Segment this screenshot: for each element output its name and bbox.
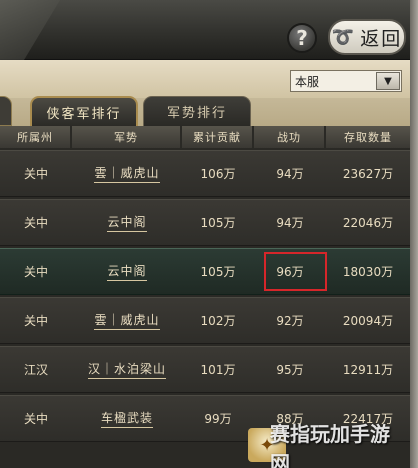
cell-region: 关中 [23, 314, 48, 328]
server-dropdown[interactable]: 本服 ▼ [290, 70, 402, 92]
server-dropdown-value: 本服 [295, 74, 320, 89]
cell-contribution: 105万 [200, 216, 236, 230]
header-region: 所属州 [0, 126, 72, 148]
cell-contribution: 99万 [204, 412, 232, 426]
cell-merit: 94万 [276, 167, 304, 181]
header-faction: 军势 [72, 126, 182, 148]
table-header: 所属州 军势 累计贡献 战功 存取数量 [0, 126, 410, 148]
cell-stock: 12911万 [342, 363, 394, 377]
faction-link[interactable]: 云中阁 [107, 213, 147, 232]
cell-faction[interactable]: 车楹武装 [72, 395, 182, 442]
tab-xiake-ranking[interactable]: 侠客军排行 [30, 96, 138, 126]
window-scrollbar[interactable] [410, 0, 418, 468]
cell-faction[interactable]: 汉｜水泊梁山 [72, 346, 182, 393]
panel-header: 本服 ▼ [0, 60, 410, 100]
table-row-selected[interactable]: 关中 云中阁 105万 96万 18030万 [0, 248, 410, 295]
cell-region: 关中 [23, 167, 48, 181]
chevron-down-icon[interactable]: ▼ [376, 72, 400, 90]
faction-link[interactable]: 雲｜威虎山 [94, 164, 160, 183]
table-row[interactable]: 关中 雲｜威虎山 106万 94万 23627万 [0, 150, 410, 197]
table-row[interactable]: 关中 云中阁 105万 94万 22046万 [0, 199, 410, 246]
header-contribution: 累计贡献 [182, 126, 254, 148]
cell-contribution: 102万 [200, 314, 236, 328]
cell-region: 江汉 [23, 363, 48, 377]
header-stock: 存取数量 [326, 126, 410, 148]
cell-stock: 22046万 [342, 216, 394, 230]
cell-region: 关中 [23, 216, 48, 230]
watermark-text: 赛指玩加手游网 [270, 422, 390, 468]
swirl-icon: ➰ [331, 26, 355, 48]
frame-ornament [0, 0, 60, 60]
highlight-box [264, 252, 327, 291]
tab-xiake-ranking-label: 侠客军排行 [46, 106, 122, 122]
header-merit: 战功 [254, 126, 326, 148]
cell-faction[interactable]: 云中阁 [72, 199, 182, 246]
faction-link[interactable]: 雲｜威虎山 [94, 311, 160, 330]
tab-offscreen[interactable] [0, 96, 12, 126]
cell-merit: 94万 [276, 216, 304, 230]
cell-merit: 95万 [276, 363, 304, 377]
cell-stock: 20094万 [342, 314, 394, 328]
table-body: 关中 雲｜威虎山 106万 94万 23627万 关中 云中阁 105万 94万… [0, 150, 410, 444]
cell-region: 关中 [23, 412, 48, 426]
table-row[interactable]: 江汉 汉｜水泊梁山 101万 95万 12911万 [0, 346, 410, 393]
faction-link[interactable]: 车楹武装 [100, 409, 153, 428]
cell-faction[interactable]: 雲｜威虎山 [72, 297, 182, 344]
cell-faction[interactable]: 雲｜威虎山 [72, 150, 182, 197]
cell-merit: 92万 [276, 314, 304, 328]
help-button[interactable]: ? [287, 23, 317, 53]
tab-faction-ranking-label: 军势排行 [166, 106, 227, 121]
cell-stock: 18030万 [342, 265, 394, 279]
back-label: 返回 [360, 27, 403, 50]
top-frame: ? ➰ 返回 [0, 0, 418, 60]
cell-contribution: 106万 [200, 167, 236, 181]
cell-faction[interactable]: 云中阁 [72, 248, 182, 295]
cell-contribution: 101万 [200, 363, 236, 377]
tab-faction-ranking[interactable]: 军势排行 [143, 96, 251, 126]
ranking-panel: 本服 ▼ 侠客军排行 军势排行 所属州 军势 累计贡献 战功 存取数量 关中 雲… [0, 60, 410, 468]
help-icon: ? [296, 26, 308, 50]
cell-stock: 23627万 [342, 167, 394, 181]
ranking-table: 所属州 军势 累计贡献 战功 存取数量 关中 雲｜威虎山 106万 94万 23… [0, 126, 410, 468]
faction-link[interactable]: 汉｜水泊梁山 [87, 360, 166, 379]
cell-region: 关中 [23, 265, 48, 279]
back-button[interactable]: ➰ 返回 [328, 19, 406, 55]
table-row[interactable]: 关中 雲｜威虎山 102万 92万 20094万 [0, 297, 410, 344]
faction-link[interactable]: 云中阁 [107, 262, 147, 281]
cell-contribution: 105万 [200, 265, 236, 279]
